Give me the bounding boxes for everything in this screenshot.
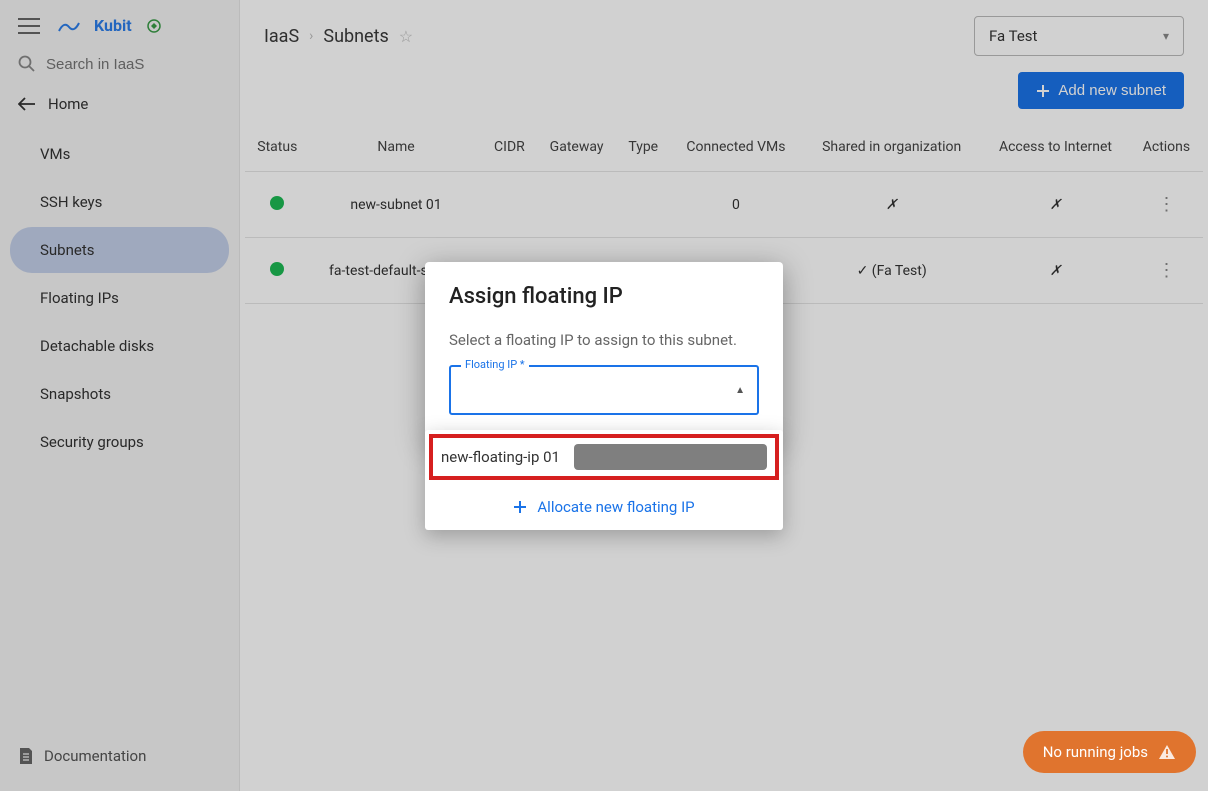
- chevron-up-icon: ▲: [735, 385, 745, 396]
- dialog-title: Assign floating IP: [449, 284, 759, 309]
- jobs-pill-label: No running jobs: [1043, 743, 1148, 761]
- redacted-ip: [574, 444, 767, 470]
- warning-icon: [1158, 743, 1176, 761]
- allocate-floating-ip-link[interactable]: Allocate new floating IP: [425, 484, 783, 530]
- floating-ip-option[interactable]: new-floating-ip 01: [429, 434, 779, 480]
- plus-icon: [513, 500, 527, 514]
- floating-ip-option-label: new-floating-ip 01: [441, 448, 560, 466]
- jobs-pill[interactable]: No running jobs: [1023, 731, 1196, 773]
- assign-floating-ip-dialog: Assign floating IP Select a floating IP …: [425, 262, 783, 441]
- allocate-label: Allocate new floating IP: [537, 498, 694, 516]
- floating-ip-select[interactable]: Floating IP * ▲: [449, 365, 759, 415]
- floating-ip-dropdown: new-floating-ip 01 Allocate new floating…: [425, 430, 783, 530]
- dialog-description: Select a floating IP to assign to this s…: [449, 331, 759, 349]
- floating-ip-field-label: Floating IP *: [461, 358, 529, 371]
